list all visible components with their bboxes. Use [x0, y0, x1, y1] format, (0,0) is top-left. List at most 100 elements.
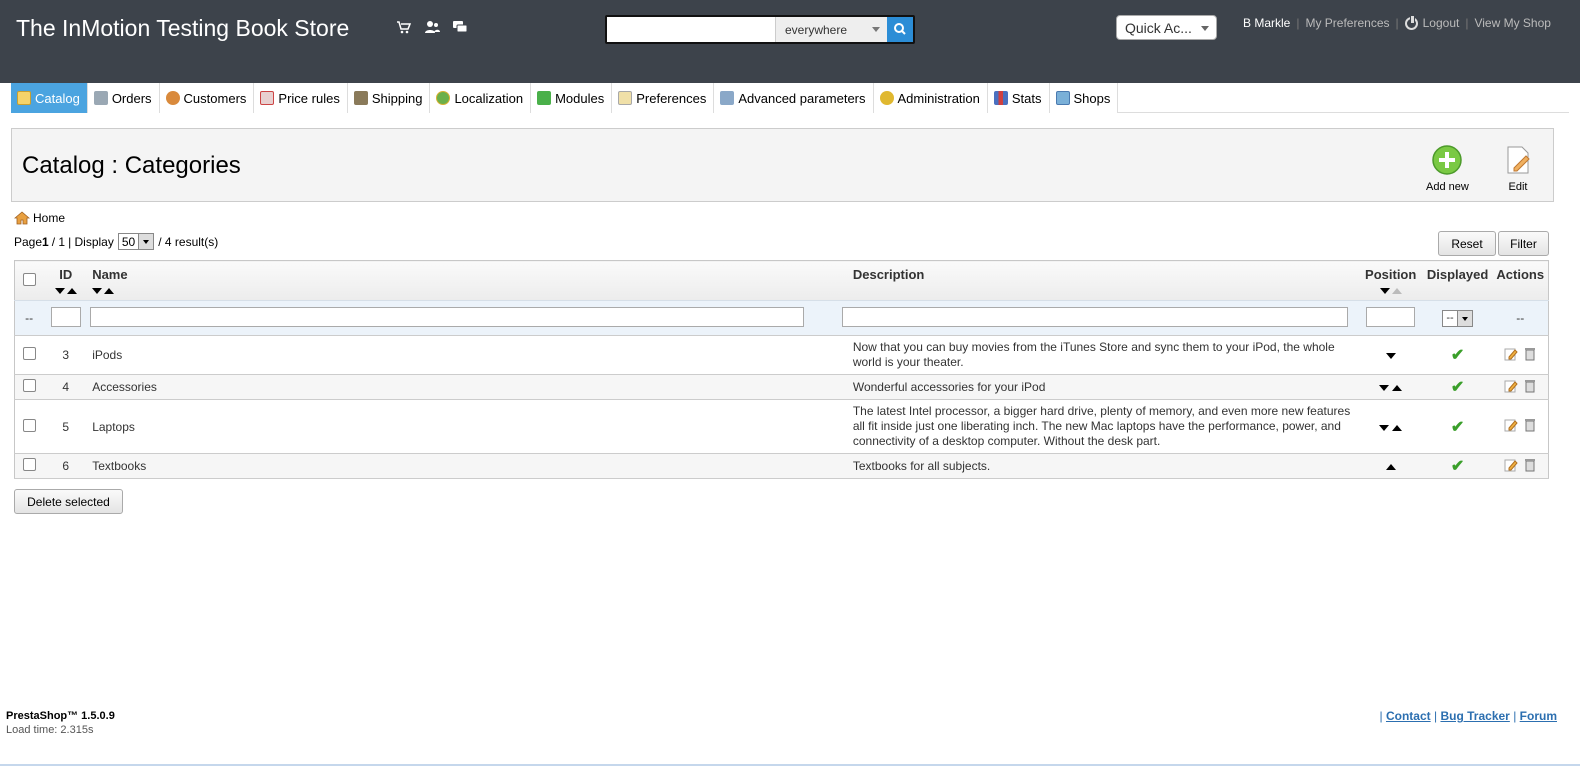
- orders-notification-icon[interactable]: [396, 19, 412, 35]
- table-row[interactable]: 5 Laptops The latest Intel processor, a …: [14, 399, 1549, 454]
- move-up-icon[interactable]: [1385, 464, 1396, 470]
- search-input[interactable]: [607, 17, 774, 42]
- logout-link[interactable]: Logout: [1423, 16, 1460, 30]
- tab-label: Administration: [897, 90, 980, 106]
- my-preferences-link[interactable]: My Preferences: [1305, 16, 1389, 30]
- tab-shipping[interactable]: Shipping: [347, 83, 431, 113]
- shop-title[interactable]: The InMotion Testing Book Store: [16, 15, 349, 42]
- filter-id-input[interactable]: [50, 306, 81, 327]
- table-row[interactable]: 4 Accessories Wonderful accessories for …: [14, 374, 1549, 400]
- add-new-button[interactable]: Add new: [1426, 144, 1469, 193]
- customers-notification-icon[interactable]: [424, 19, 440, 35]
- sort-desc-icon[interactable]: [92, 288, 103, 294]
- delete-icon[interactable]: [1524, 347, 1536, 361]
- enabled-check-icon[interactable]: ✔: [1451, 347, 1464, 364]
- edit-icon[interactable]: [1504, 379, 1518, 393]
- tab-price-rules[interactable]: Price rules: [254, 83, 348, 113]
- enabled-check-icon[interactable]: ✔: [1451, 379, 1464, 396]
- filter-position-input[interactable]: [1366, 306, 1416, 327]
- filter-button[interactable]: Filter: [1498, 231, 1549, 256]
- truck-icon: [353, 91, 368, 105]
- header-notifications: [396, 19, 468, 35]
- table-row[interactable]: 3 iPods Now that you can buy movies from…: [14, 335, 1549, 375]
- sort-position: [1379, 288, 1402, 294]
- admin-header: The InMotion Testing Book Store everywhe…: [0, 0, 1580, 83]
- move-down-icon[interactable]: [1385, 353, 1396, 359]
- tab-customers[interactable]: Customers: [159, 83, 255, 113]
- search-button[interactable]: [887, 17, 913, 42]
- pagination-select[interactable]: 50: [117, 233, 155, 250]
- edit-icon: [1507, 146, 1530, 174]
- filter-displayed-select[interactable]: --: [1442, 309, 1473, 327]
- column-header-position: Position: [1365, 267, 1417, 282]
- delete-selected-button[interactable]: Delete selected: [14, 489, 123, 514]
- load-time: Load time: 2.315s: [6, 724, 94, 736]
- main-menu: Catalog Orders Customers Price rules Shi…: [11, 83, 1569, 113]
- filter-description-input[interactable]: [841, 306, 1348, 327]
- divider: |: [1434, 709, 1438, 723]
- tab-orders[interactable]: Orders: [87, 83, 160, 113]
- contact-link[interactable]: Contact: [1386, 709, 1431, 723]
- tab-advanced-parameters[interactable]: Advanced parameters: [714, 83, 874, 113]
- forum-link[interactable]: Forum: [1520, 709, 1557, 723]
- sort-id: [54, 288, 77, 294]
- delete-icon[interactable]: [1524, 379, 1536, 393]
- move-down-icon[interactable]: [1379, 424, 1389, 431]
- customer-icon: [165, 91, 180, 105]
- tab-catalog[interactable]: Catalog: [11, 83, 88, 113]
- row-id: 4: [43, 374, 89, 400]
- edit-button[interactable]: Edit: [1502, 144, 1534, 193]
- reset-button[interactable]: Reset: [1438, 231, 1496, 256]
- user-name: B Markle: [1243, 16, 1291, 30]
- tab-stats[interactable]: Stats: [987, 83, 1050, 113]
- table-row[interactable]: 6 Textbooks Textbooks for all subjects. …: [14, 453, 1549, 479]
- sort-desc-icon[interactable]: [1379, 288, 1390, 294]
- tab-label: Advanced parameters: [738, 90, 866, 106]
- chevron-down-icon: [1456, 310, 1472, 326]
- folder-icon: [17, 91, 31, 105]
- delete-icon[interactable]: [1524, 458, 1536, 472]
- search-scope-select[interactable]: everywhere: [775, 17, 887, 42]
- home-icon: [14, 211, 30, 225]
- row-description: The latest Intel processor, a bigger har…: [838, 399, 1359, 454]
- tab-localization[interactable]: Localization: [430, 83, 532, 113]
- price-rules-icon: [260, 91, 275, 105]
- row-checkbox[interactable]: [22, 458, 36, 471]
- sort-desc-icon[interactable]: [54, 288, 65, 294]
- select-all-checkbox[interactable]: [22, 273, 36, 286]
- row-description: Wonderful accessories for your iPod: [838, 374, 1359, 400]
- filter-name-input[interactable]: [90, 306, 805, 327]
- quick-access-select[interactable]: Quick Ac...: [1116, 15, 1217, 40]
- bug-tracker-link[interactable]: Bug Tracker: [1440, 709, 1509, 723]
- row-actions: [1504, 379, 1536, 393]
- enabled-check-icon[interactable]: ✔: [1451, 419, 1464, 436]
- tab-shops[interactable]: Shops: [1049, 83, 1119, 113]
- sort-asc-icon[interactable]: [104, 288, 115, 294]
- edit-icon[interactable]: [1504, 347, 1518, 361]
- cart-icon: [93, 91, 108, 105]
- divider: |: [1465, 16, 1469, 30]
- column-header-actions: Actions: [1496, 267, 1545, 282]
- move-up-icon[interactable]: [1392, 385, 1403, 391]
- tab-modules[interactable]: Modules: [531, 83, 613, 113]
- results-count: / 4 result(s): [158, 234, 219, 249]
- move-down-icon[interactable]: [1379, 385, 1389, 391]
- row-checkbox[interactable]: [22, 379, 36, 392]
- sort-asc-icon[interactable]: [66, 288, 77, 294]
- messages-notification-icon[interactable]: [452, 19, 468, 35]
- add-icon: [1432, 145, 1463, 175]
- enabled-check-icon[interactable]: ✔: [1451, 458, 1464, 475]
- column-header-displayed: Displayed: [1426, 267, 1489, 282]
- tab-administration[interactable]: Administration: [873, 83, 988, 113]
- edit-icon[interactable]: [1504, 418, 1518, 432]
- power-icon: [1404, 14, 1418, 30]
- tab-preferences[interactable]: Preferences: [612, 83, 715, 113]
- delete-icon[interactable]: [1524, 418, 1536, 432]
- edit-icon[interactable]: [1504, 458, 1518, 472]
- move-up-icon[interactable]: [1392, 424, 1403, 431]
- sort-asc-icon[interactable]: [1391, 288, 1402, 294]
- row-checkbox[interactable]: [22, 347, 36, 360]
- view-shop-link[interactable]: View My Shop: [1474, 16, 1550, 30]
- breadcrumb-home[interactable]: Home: [33, 211, 65, 225]
- row-checkbox[interactable]: [22, 418, 36, 432]
